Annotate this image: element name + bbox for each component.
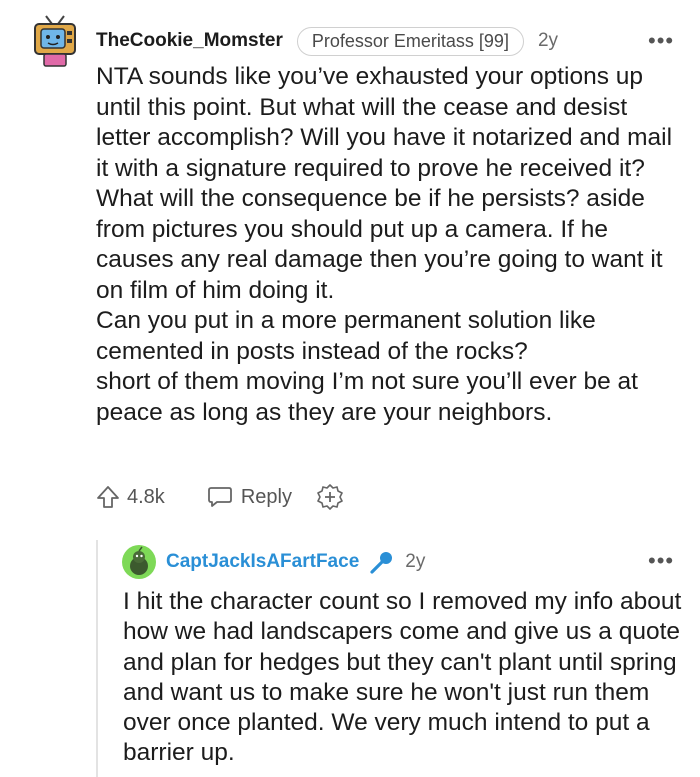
- username[interactable]: TheCookie_Momster: [96, 30, 283, 52]
- award-button[interactable]: [316, 483, 344, 511]
- tv-robot-avatar-icon[interactable]: [32, 14, 78, 68]
- green-snoo-avatar-icon[interactable]: [122, 545, 156, 579]
- reply-age: 2y: [405, 551, 426, 572]
- comment-actions: 4.8k Reply: [95, 482, 344, 512]
- comment-bubble-icon: [207, 487, 232, 507]
- microphone-icon: [370, 552, 393, 574]
- reply-paragraph: I hit the character count so I removed m…: [123, 588, 682, 767]
- comment-paragraph: Can you put in a more permanent solution…: [96, 307, 596, 365]
- comment-paragraph: NTA sounds like you’ve exhausted your op…: [96, 63, 673, 304]
- upvote-arrow-icon[interactable]: [95, 484, 121, 510]
- comment-paragraph: short of them moving I’m not sure you’ll…: [96, 368, 638, 426]
- award-plus-icon: [317, 484, 343, 510]
- comment-age: 2y: [537, 30, 559, 51]
- reply-body: I hit the character count so I removed m…: [123, 587, 683, 769]
- reply-more-options-icon[interactable]: •••: [648, 550, 674, 572]
- reply-button[interactable]: Reply: [207, 485, 292, 509]
- comment-body: NTA sounds like you’ve exhausted your op…: [96, 62, 676, 428]
- thread-line[interactable]: [96, 540, 98, 777]
- reply-label: Reply: [240, 485, 292, 508]
- user-flair: Professor Emeritass [99]: [296, 26, 524, 56]
- more-options-icon[interactable]: •••: [648, 30, 674, 52]
- reply-username[interactable]: CaptJackIsAFartFace: [166, 551, 359, 573]
- vote-count: 4.8k: [127, 485, 165, 508]
- reply-header: CaptJackIsAFartFace 2y: [122, 545, 426, 579]
- comment-header: TheCookie_Momster Professor Emeritass [9…: [96, 26, 559, 56]
- upvote-button[interactable]: 4.8k: [95, 484, 165, 510]
